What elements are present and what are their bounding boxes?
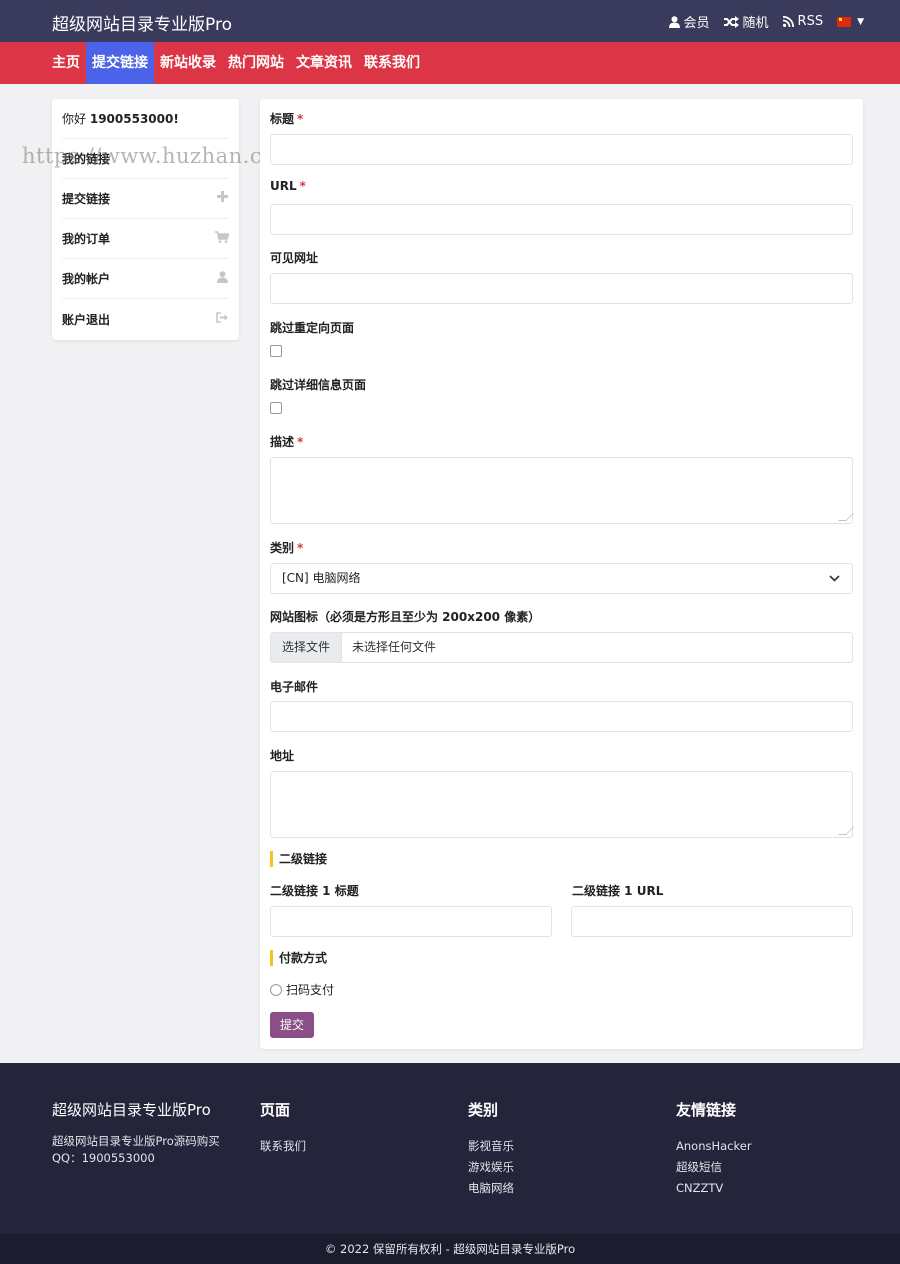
site-icon-file-input[interactable]: 选择文件 未选择任何文件 <box>270 632 853 663</box>
rss-link[interactable]: RSS <box>782 14 824 29</box>
plus-icon <box>215 191 229 206</box>
username: 1900553000! <box>89 112 179 126</box>
footer-category-link[interactable]: 影视音乐 <box>468 1136 514 1157</box>
user-greeting: 你好 1900553000! <box>62 99 229 139</box>
visible-url-input[interactable] <box>270 273 853 304</box>
skip-redirect-label: 跳过重定向页面 <box>270 321 355 335</box>
sidebar-item-my-orders[interactable]: 我的订单 <box>62 219 230 259</box>
footer-friend-link[interactable]: CNZZTV <box>676 1178 752 1199</box>
user-sidebar: 你好 1900553000! 我的链接 提交链接 我的订单 我的帐户 账户退出 <box>52 99 239 340</box>
category-label: 类别 * <box>270 541 304 555</box>
submit-button[interactable]: 提交 <box>270 1012 314 1038</box>
choose-file-button[interactable]: 选择文件 <box>271 633 343 662</box>
category-selected-value: [CN] 电脑网络 <box>282 571 361 585</box>
payment-option-label: 扫码支付 <box>286 983 335 997</box>
nav-item-submit-link[interactable]: 提交链接 <box>86 42 154 84</box>
nav-item-articles[interactable]: 文章资讯 <box>290 42 358 84</box>
description-textarea[interactable] <box>270 457 853 524</box>
file-status: 未选择任何文件 <box>352 640 437 654</box>
required-mark: * <box>299 179 306 193</box>
footer-link-contact[interactable]: 联系我们 <box>260 1136 306 1157</box>
footer-friends-column: 友情链接 AnonsHacker 超级短信 CNZZTV <box>676 1099 752 1199</box>
footer: 超级网站目录专业版Pro 超级网站目录专业版Pro源码购买 QQ：1900553… <box>0 1063 900 1234</box>
nav-item-popular-sites[interactable]: 热门网站 <box>222 42 290 84</box>
url-label: URL * <box>270 179 306 193</box>
footer-category-link[interactable]: 游戏娱乐 <box>468 1157 514 1178</box>
greeting-prefix: 你好 <box>62 112 87 126</box>
skip-redirect-checkbox[interactable] <box>270 345 282 357</box>
footer-desc-line1: 超级网站目录专业版Pro源码购买 <box>52 1134 220 1148</box>
sidebar-item-logout[interactable]: 账户退出 <box>62 299 229 339</box>
secondary-title-input[interactable] <box>270 906 552 937</box>
email-label: 电子邮件 <box>270 680 319 694</box>
member-link[interactable]: 会员 <box>668 12 710 31</box>
main-nav: 主页 提交链接 新站收录 热门网站 文章资讯 联系我们 <box>0 42 900 84</box>
user-icon <box>668 15 680 28</box>
payment-option-qr[interactable]: 扫码支付 <box>270 981 334 998</box>
visible-url-label: 可见网址 <box>270 251 319 265</box>
nav-item-contact[interactable]: 联系我们 <box>358 42 426 84</box>
random-link[interactable]: 随机 <box>723 12 769 31</box>
footer-friend-link[interactable]: 超级短信 <box>676 1157 752 1178</box>
address-label: 地址 <box>270 749 295 763</box>
description-label: 描述 * <box>270 435 304 449</box>
footer-brand: 超级网站目录专业版Pro <box>52 1101 211 1119</box>
sign-out-icon <box>215 311 229 327</box>
rss-link-label: RSS <box>797 14 824 29</box>
category-select[interactable]: [CN] 电脑网络 <box>270 563 853 594</box>
member-link-label: 会员 <box>683 16 710 31</box>
title-label: 标题 * <box>270 112 304 126</box>
cart-icon <box>215 230 230 247</box>
random-link-label: 随机 <box>742 16 769 31</box>
sidebar-item-label: 账户退出 <box>62 312 111 327</box>
secondary-title-label: 二级链接 1 标题 <box>270 884 359 898</box>
footer-category-link[interactable]: 电脑网络 <box>468 1178 514 1199</box>
site-brand[interactable]: 超级网站目录专业版Pro <box>52 10 232 35</box>
address-textarea[interactable] <box>270 771 853 838</box>
email-input[interactable] <box>270 701 853 732</box>
footer-pages-title: 页面 <box>260 1101 291 1119</box>
copyright: © 2022 保留所有权利 - 超级网站目录专业版Pro <box>0 1234 900 1264</box>
payment-radio[interactable] <box>270 983 282 996</box>
sidebar-item-submit-link[interactable]: 提交链接 <box>62 179 229 219</box>
required-mark: * <box>297 541 304 555</box>
footer-desc-line2: QQ：1900553000 <box>52 1151 155 1165</box>
secondary-url-input[interactable] <box>571 906 853 937</box>
skip-detail-label: 跳过详细信息页面 <box>270 378 367 392</box>
footer-brand-column: 超级网站目录专业版Pro 超级网站目录专业版Pro源码购买 QQ：1900553… <box>52 1099 220 1167</box>
shuffle-icon <box>723 15 739 28</box>
sidebar-item-label: 我的帐户 <box>62 272 111 286</box>
chevron-down-icon: ▼ <box>857 16 864 27</box>
nav-item-home[interactable]: 主页 <box>46 42 86 84</box>
skip-detail-checkbox[interactable] <box>270 402 282 414</box>
sidebar-item-label: 提交链接 <box>62 192 111 206</box>
language-dropdown[interactable]: ▼ <box>837 16 864 27</box>
footer-friend-link[interactable]: AnonsHacker <box>676 1136 752 1157</box>
sidebar-item-my-account[interactable]: 我的帐户 <box>62 259 229 299</box>
rss-icon <box>782 16 794 27</box>
top-links: 会员 随机 RSS ▼ <box>668 12 864 31</box>
secondary-links-heading: 二级链接 <box>270 851 327 867</box>
china-flag-icon <box>837 16 852 27</box>
chevron-down-icon <box>829 564 840 604</box>
required-mark: * <box>297 435 304 449</box>
footer-categories-column: 类别 影视音乐 游戏娱乐 电脑网络 <box>468 1099 514 1199</box>
footer-categories-title: 类别 <box>468 1101 499 1119</box>
site-icon-label: 网站图标（必须是方形且至少为 200x200 像素） <box>270 610 541 624</box>
required-mark: * <box>297 112 304 126</box>
title-input[interactable] <box>270 134 853 165</box>
secondary-url-label: 二级链接 1 URL <box>572 884 664 898</box>
nav-item-new-sites[interactable]: 新站收录 <box>154 42 222 84</box>
footer-friends-title: 友情链接 <box>676 1101 737 1119</box>
url-input[interactable] <box>270 204 853 235</box>
sidebar-item-label: 我的订单 <box>62 232 111 246</box>
top-bar: 超级网站目录专业版Pro 会员 随机 RSS ▼ <box>0 0 900 42</box>
user-icon <box>215 270 229 287</box>
submit-link-form: 标题 * URL * 可见网址 跳过重定向页面 跳过详细信息页面 描述 * 类别 * [… <box>260 99 863 1049</box>
footer-pages-column: 页面 联系我们 <box>260 1099 306 1157</box>
payment-method-heading: 付款方式 <box>270 950 327 966</box>
